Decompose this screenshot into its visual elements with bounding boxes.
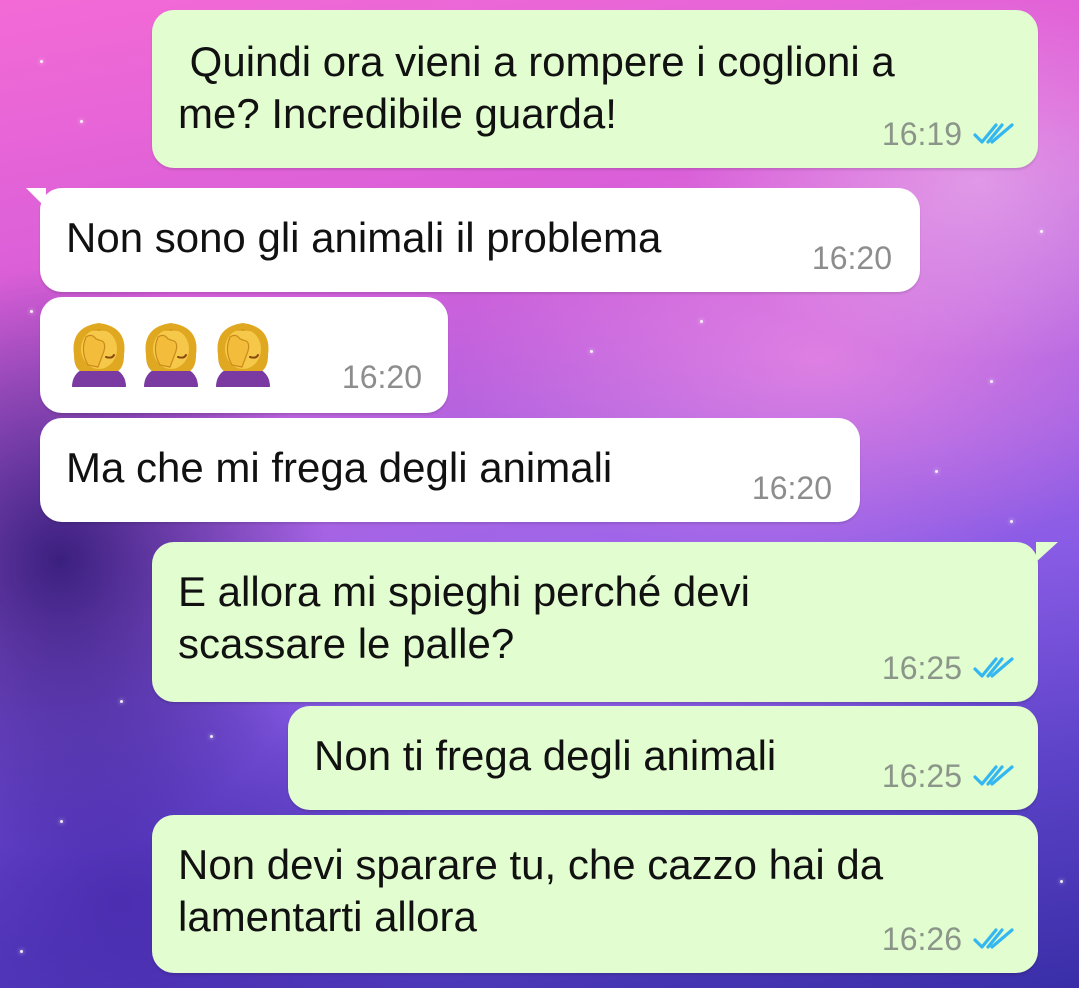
message-bubble-incoming[interactable]: 16:20	[40, 297, 448, 413]
message-meta: 16:26	[882, 923, 1016, 955]
message-bubble-incoming[interactable]: Ma che mi frega degli animali 16:20	[40, 418, 860, 522]
message-meta: 16:19	[882, 118, 1016, 150]
bubble-tail	[26, 188, 46, 208]
message-time: 16:20	[811, 240, 892, 276]
message-bubble-outgoing[interactable]: Quindi ora vieni a rompere i coglioni a …	[152, 10, 1038, 168]
message-meta: 16:20	[752, 472, 832, 504]
read-ticks-icon	[973, 657, 1014, 678]
message-bubble-incoming[interactable]: Non sono gli animali il problema 16:20	[26, 188, 920, 292]
woman-facepalming-icon	[216, 323, 270, 387]
woman-facepalming-icon	[72, 323, 126, 387]
bubble-tail	[1036, 542, 1058, 562]
message-time: 16:25	[881, 650, 962, 686]
message-meta: 16:20	[812, 242, 892, 274]
message-time: 16:20	[341, 359, 422, 395]
read-ticks-icon	[973, 123, 1014, 144]
message-text: Ma che mi frega degli animali	[66, 444, 613, 491]
message-text: Non sono gli animali il problema	[66, 214, 662, 261]
message-time: 16:19	[881, 116, 962, 152]
message-time: 16:25	[881, 758, 962, 794]
message-bubble-outgoing[interactable]: Non devi sparare tu, che cazzo hai da la…	[152, 815, 1038, 973]
message-time: 16:26	[881, 921, 962, 957]
message-text: E allora mi spieghi perché devi scassare…	[178, 568, 750, 667]
message-text: Quindi ora vieni a rompere i coglioni a …	[178, 38, 895, 137]
emoji-row	[66, 317, 276, 387]
message-bubble-outgoing[interactable]: E allora mi spieghi perché devi scassare…	[152, 542, 1058, 702]
woman-facepalming-icon	[144, 323, 198, 387]
message-meta: 16:20	[342, 361, 422, 393]
message-text: Non ti frega degli animali	[314, 732, 777, 779]
message-meta: 16:25	[882, 760, 1016, 792]
read-ticks-icon	[973, 928, 1014, 949]
read-ticks-icon	[973, 765, 1014, 786]
message-time: 16:20	[751, 470, 832, 506]
message-meta: 16:25	[882, 652, 1016, 684]
message-bubble-outgoing[interactable]: Non ti frega degli animali 16:25	[288, 706, 1038, 810]
message-text: Non devi sparare tu, che cazzo hai da la…	[178, 841, 884, 940]
